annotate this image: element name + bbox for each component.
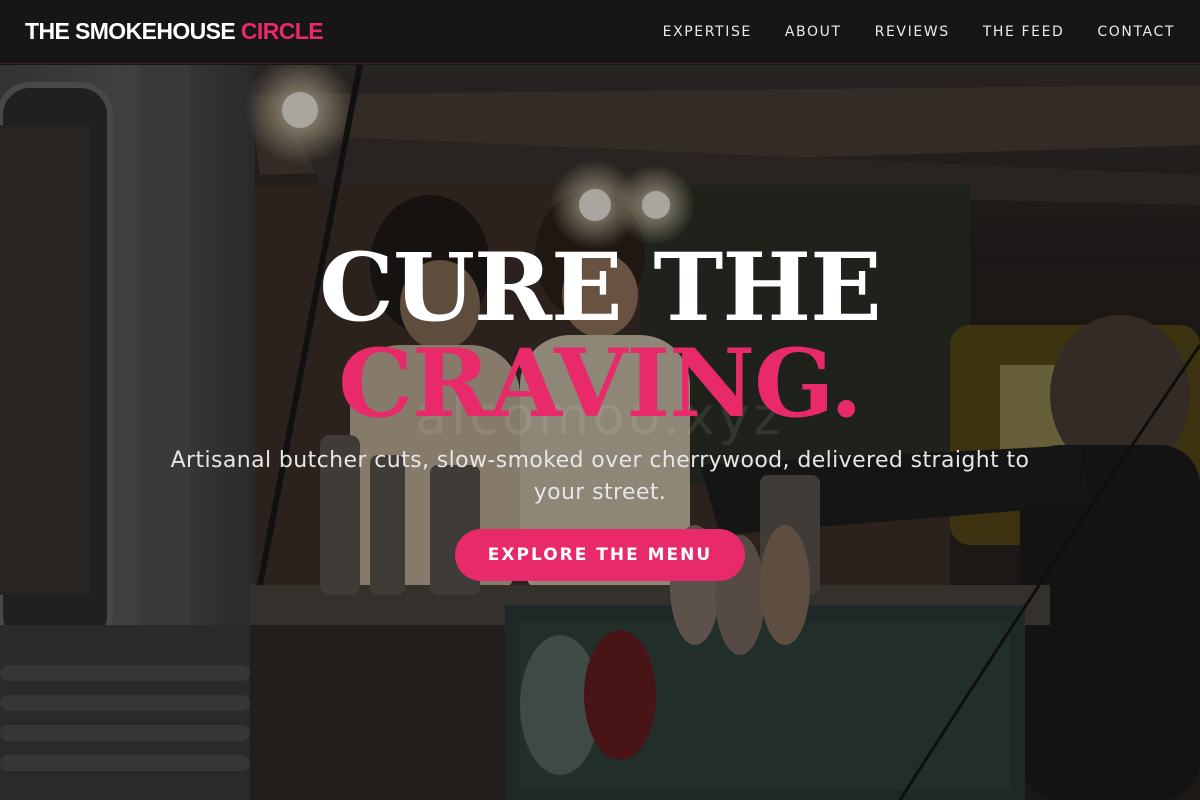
explore-menu-button[interactable]: EXPLORE THE MENU <box>455 529 745 581</box>
nav-link-reviews[interactable]: REVIEWS <box>875 24 950 40</box>
nav-link-expertise[interactable]: EXPERTISE <box>663 24 752 40</box>
hero-headline-line2: CRAVING. <box>338 329 863 439</box>
nav-link-about[interactable]: ABOUT <box>785 24 842 40</box>
hero-headline-line1: CURE THE <box>319 233 882 343</box>
nav-link-contact[interactable]: CONTACT <box>1097 24 1175 40</box>
main-nav: EXPERTISE ABOUT REVIEWS THE FEED CONTACT <box>663 24 1175 40</box>
hero-section: alcomoo.xyz CURE THE CRAVING. Artisanal … <box>0 65 1200 800</box>
nav-link-the-feed[interactable]: THE FEED <box>983 24 1065 40</box>
brand-logo[interactable]: THE SMOKEHOUSE CIRCLE <box>25 18 324 45</box>
hero-subtitle: Artisanal butcher cuts, slow-smoked over… <box>170 448 1030 505</box>
brand-name: THE SMOKEHOUSE <box>25 18 236 44</box>
brand-accent: CIRCLE <box>240 18 324 44</box>
top-navbar: THE SMOKEHOUSE CIRCLE EXPERTISE ABOUT RE… <box>0 0 1200 64</box>
